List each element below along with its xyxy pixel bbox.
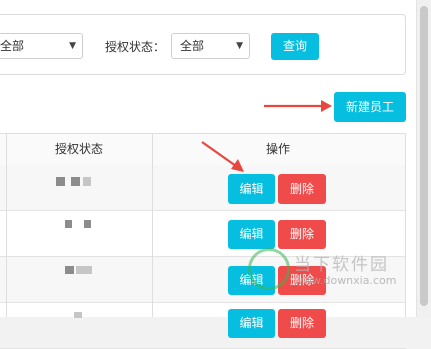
auth-status-label: 授权状态： xyxy=(105,40,166,54)
edit-button[interactable]: 编辑 xyxy=(228,309,275,338)
annotation-arrow xyxy=(264,100,332,112)
delete-button[interactable]: 删除 xyxy=(278,220,326,249)
redacted-status xyxy=(65,266,74,274)
redacted-status xyxy=(56,177,65,186)
chevron-down-icon: ▼ xyxy=(236,41,243,51)
delete-button[interactable]: 删除 xyxy=(278,174,326,204)
redacted-status xyxy=(83,177,91,186)
vertical-scrollbar[interactable] xyxy=(416,0,431,317)
redacted-status xyxy=(84,220,91,228)
column-header-auth-status: 授权状态 xyxy=(54,142,103,156)
table-row: 编辑 删除 xyxy=(0,303,406,349)
column-header-actions: 操作 xyxy=(265,142,290,156)
new-employee-button[interactable]: 新建员工 xyxy=(334,92,406,122)
delete-button[interactable]: 删除 xyxy=(278,309,326,338)
chevron-down-icon: ▼ xyxy=(69,41,76,51)
first-filter-select[interactable]: 全部 ▼ xyxy=(0,33,83,59)
table-row: 编辑 删除 xyxy=(0,257,406,303)
query-button[interactable]: 查询 xyxy=(271,33,319,60)
first-filter-value: 全部 xyxy=(0,39,25,53)
table-row: 编辑 删除 xyxy=(0,211,406,257)
edit-button[interactable]: 编辑 xyxy=(228,266,275,295)
table-right-border xyxy=(405,133,406,317)
main-panel: 全部 ▼ 授权状态： 全部 ▼ 查询 新建员工 授权状态 操作 编辑 删除 编辑 xyxy=(0,0,417,349)
column-divider xyxy=(6,133,7,317)
column-divider xyxy=(152,133,153,317)
redacted-status xyxy=(76,266,92,274)
redacted-status xyxy=(71,177,80,186)
scrollbar-thumb[interactable] xyxy=(420,6,428,306)
auth-status-select[interactable]: 全部 ▼ xyxy=(171,33,250,59)
edit-button[interactable]: 编辑 xyxy=(228,220,275,249)
delete-button[interactable]: 删除 xyxy=(278,266,326,295)
filter-area: 全部 ▼ 授权状态： 全部 ▼ 查询 xyxy=(0,14,406,75)
redacted-status xyxy=(74,312,82,318)
redacted-status xyxy=(65,220,72,228)
annotation-arrow xyxy=(201,141,244,172)
auth-status-value: 全部 xyxy=(180,39,205,53)
